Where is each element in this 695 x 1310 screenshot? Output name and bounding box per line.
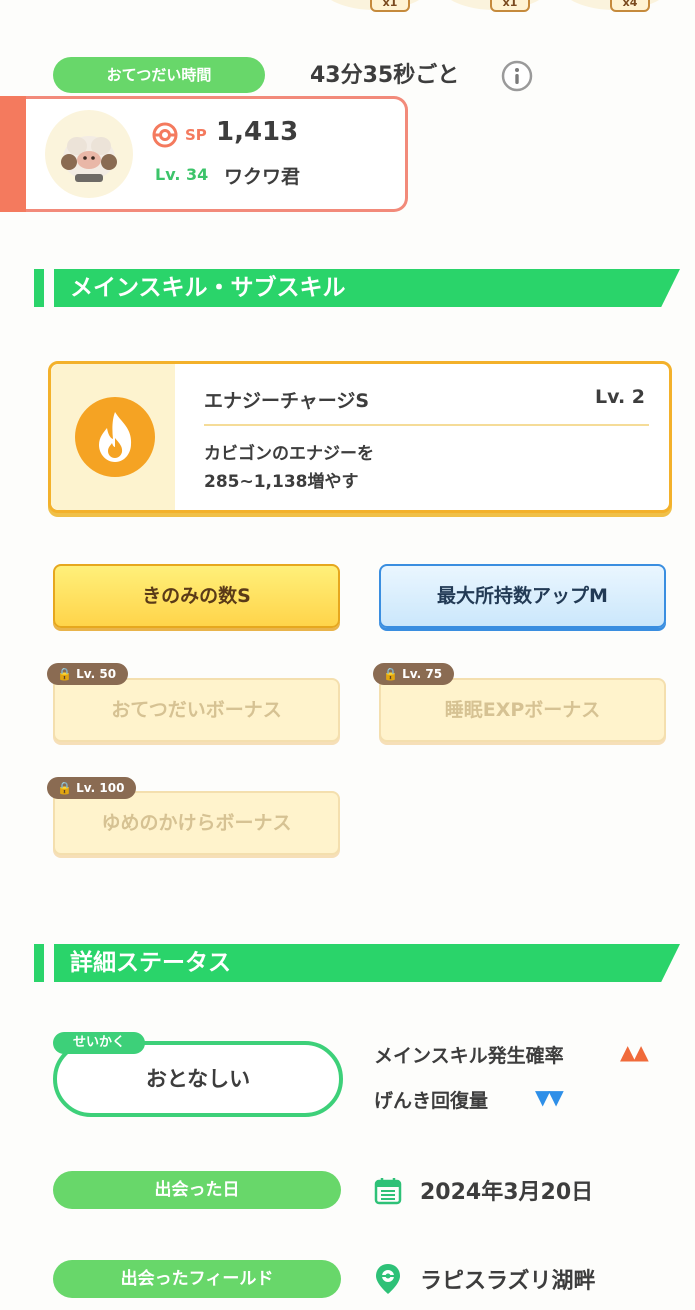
lock-level-tag: 🔒 Lv. 100 — [47, 777, 137, 799]
calendar-icon — [373, 1176, 403, 1206]
lock-level-text: Lv. 75 — [402, 667, 443, 681]
main-skill-desc-line1: カビゴンのエナジーを — [204, 444, 374, 464]
ingredient-count-badge: x1 — [370, 0, 410, 12]
nature-down-mark: ▼▼ — [535, 1085, 564, 1109]
sub-skill-button-locked[interactable]: ゆめのかけらボーナス — [53, 791, 340, 855]
main-skill-desc-line2: 285~1,138増やす — [204, 472, 359, 492]
sp-icon — [152, 122, 178, 148]
skills-section-title: メインスキル・サブスキル — [70, 275, 346, 301]
main-skill-level: Lv. 2 — [595, 386, 645, 408]
sub-skill-button[interactable]: きのみの数S — [53, 564, 340, 628]
lock-icon: 🔒 — [57, 667, 72, 681]
lock-level-tag: 🔒 Lv. 50 — [47, 663, 129, 685]
location-pin-icon — [373, 1262, 403, 1296]
sub-skill-button[interactable]: 最大所持数アップM — [379, 564, 666, 628]
helper-nickname: ワクワ君 — [224, 166, 301, 188]
lock-level-text: Lv. 50 — [76, 667, 117, 681]
helper-level: Lv. 34 — [155, 165, 209, 184]
status-section-header: 詳細ステータス — [34, 944, 680, 982]
met-date-label: 出会った日 — [53, 1171, 341, 1209]
status-section-title: 詳細ステータス — [70, 950, 231, 976]
skills-section-header: メインスキル・サブスキル — [34, 269, 680, 307]
ingredient-count-badge: x4 — [610, 0, 650, 12]
met-field-value: ラピスラズリ湖畔 — [420, 1269, 596, 1294]
main-skill-card[interactable]: エナジーチャージS Lv. 2 カビゴンのエナジーを 285~1,138増やす — [48, 361, 672, 513]
helper-card-strip — [0, 96, 26, 212]
sp-label: SP — [185, 126, 207, 144]
info-icon[interactable] — [501, 60, 533, 92]
met-field-label: 出会ったフィールド — [53, 1260, 341, 1298]
nature-up-mark: ▲▲ — [620, 1040, 649, 1064]
lock-level-tag: 🔒 Lv. 75 — [373, 663, 455, 685]
help-time-label: おてつだい時間 — [53, 57, 265, 93]
met-date-value: 2024年3月20日 — [420, 1180, 594, 1205]
flame-icon — [74, 396, 156, 478]
nature-down-stat: げんき回復量 — [374, 1090, 489, 1112]
nature-tag: せいかく — [53, 1032, 146, 1054]
lock-level-text: Lv. 100 — [76, 781, 125, 795]
ingredient-count-badge: x1 — [490, 0, 530, 12]
main-skill-name: エナジーチャージS — [204, 390, 370, 412]
sp-value: 1,413 — [216, 117, 299, 147]
pokemon-avatar — [45, 110, 133, 198]
sub-skill-button-locked[interactable]: 睡眠EXPボーナス — [379, 678, 666, 742]
nature-up-stat: メインスキル発生確率 — [374, 1045, 564, 1067]
help-time-value: 43分35秒ごと — [310, 63, 460, 88]
lock-icon: 🔒 — [383, 667, 398, 681]
divider — [204, 424, 649, 426]
lock-icon: 🔒 — [57, 781, 72, 795]
sub-skill-button-locked[interactable]: おてつだいボーナス — [53, 678, 340, 742]
